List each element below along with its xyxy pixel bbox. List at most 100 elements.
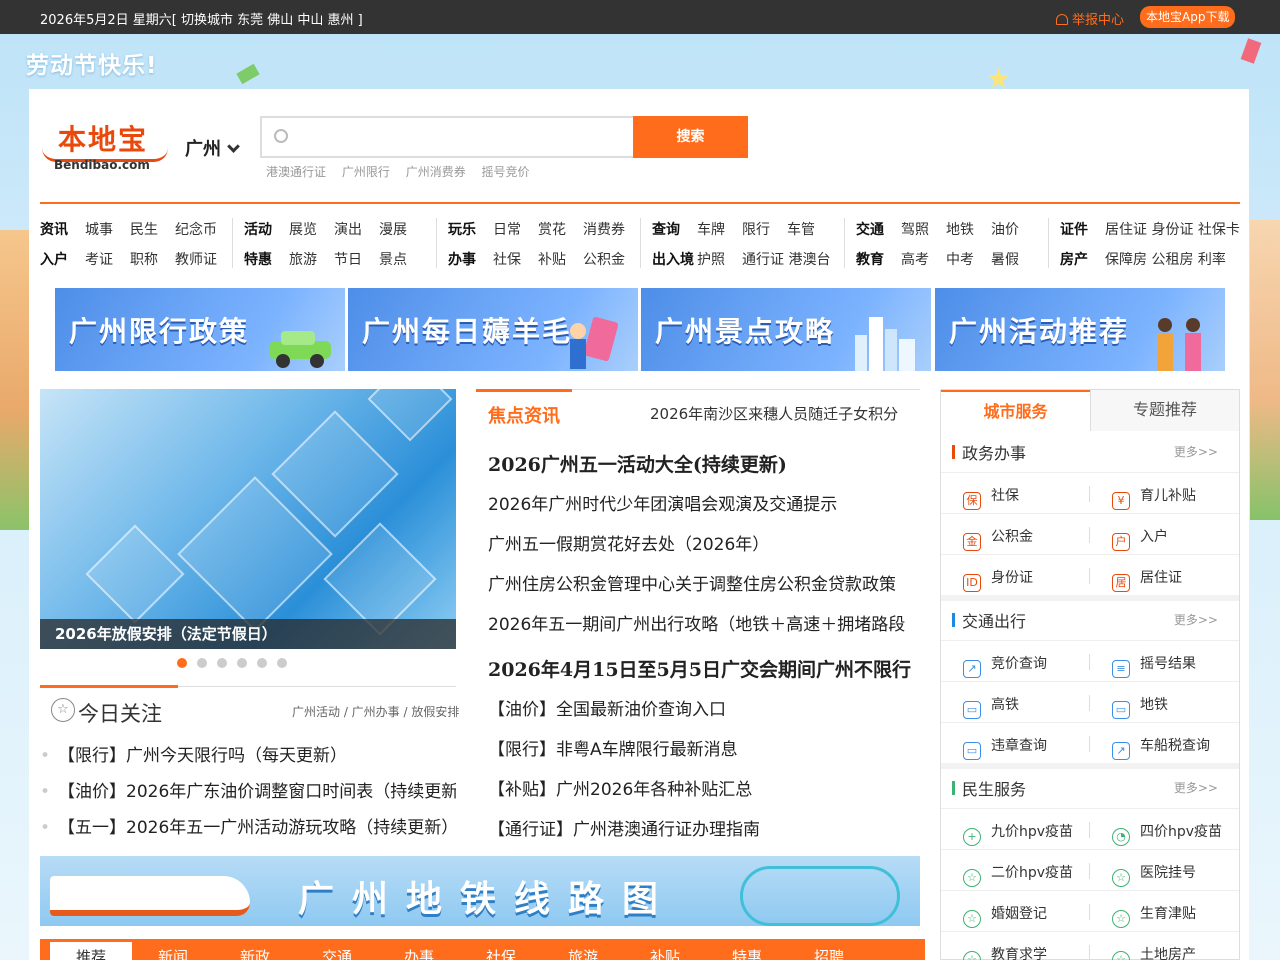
- nav-link[interactable]: 公积金: [583, 249, 625, 269]
- tab-city-services[interactable]: 城市服务: [941, 390, 1090, 432]
- focus-item[interactable]: 【油价】全国最新油价查询入口: [488, 695, 920, 720]
- nav-link[interactable]: 驾照: [901, 219, 929, 239]
- service-item[interactable]: ▭ 地铁: [1112, 694, 1168, 719]
- tab-subsidy[interactable]: 补贴: [624, 946, 706, 960]
- service-item[interactable]: ID 身份证: [963, 567, 1033, 592]
- tab-traffic[interactable]: 交通: [296, 946, 378, 960]
- focus-item[interactable]: 2026年广州时代少年团演唱会观演及交通提示: [488, 490, 920, 515]
- service-item[interactable]: 保社保: [963, 485, 1019, 510]
- slider-dot[interactable]: [197, 658, 207, 668]
- nav-link[interactable]: 考证: [85, 249, 113, 269]
- service-item[interactable]: 金公积金: [963, 526, 1033, 551]
- focus-item[interactable]: 【限行】非粤A车牌限行最新消息: [488, 735, 920, 760]
- service-item[interactable]: ▭ 违章查询: [963, 735, 1047, 760]
- nav-category[interactable]: 特惠: [244, 252, 272, 268]
- nav-link[interactable]: 中考: [946, 249, 974, 269]
- today-item[interactable]: 【油价】2026年广东油价调整窗口时间表（持续更新）: [40, 777, 456, 802]
- nav-link[interactable]: 消费券: [583, 219, 625, 239]
- focus-item[interactable]: 【补贴】广州2026年各种补贴汇总: [488, 775, 920, 800]
- nav-link[interactable]: 车管: [787, 219, 815, 239]
- service-item[interactable]: ☆ 医院挂号: [1112, 862, 1196, 887]
- focus-headline[interactable]: 2026年4月15日至5月5日广交会期间广州不限行: [488, 655, 920, 682]
- nav-link[interactable]: 节日: [334, 249, 362, 269]
- service-item[interactable]: ≡ 摇号结果: [1112, 653, 1196, 678]
- more-link[interactable]: 更多>>: [1174, 443, 1218, 460]
- nav-link[interactable]: 保障房 公租房 利率: [1105, 249, 1226, 269]
- focus-headline[interactable]: 2026广州五一活动大全(持续更新): [488, 450, 920, 477]
- nav-link[interactable]: 演出: [334, 219, 362, 239]
- nav-link[interactable]: 漫展: [379, 219, 407, 239]
- service-item[interactable]: 户入户: [1112, 526, 1168, 551]
- slider-dot[interactable]: [237, 658, 247, 668]
- nav-link[interactable]: 补贴: [538, 249, 566, 269]
- service-item[interactable]: ◔ 四价hpv疫苗: [1112, 821, 1222, 846]
- service-item[interactable]: ☆ 生育津贴: [1112, 903, 1196, 928]
- nav-link[interactable]: 油价: [991, 219, 1019, 239]
- nav-link[interactable]: 旅游: [289, 249, 317, 269]
- service-item[interactable]: ¥ 育儿补贴: [1112, 485, 1196, 510]
- nav-category[interactable]: 资讯: [40, 222, 68, 238]
- nav-link[interactable]: 日常: [493, 219, 521, 239]
- focus-item[interactable]: 2026年五一期间广州出行攻略（地铁＋高速＋拥堵路段: [488, 610, 920, 635]
- nav-link[interactable]: 车牌: [697, 219, 725, 239]
- nav-category[interactable]: 活动: [244, 222, 272, 238]
- today-item[interactable]: 【五一】2026年五一广州活动游玩攻略（持续更新）: [40, 813, 456, 838]
- service-item[interactable]: 居居住证: [1112, 567, 1182, 592]
- service-item[interactable]: ☆ 土地房产: [1112, 944, 1196, 960]
- hot-search-link[interactable]: 广州限行: [342, 165, 390, 179]
- tab-deals[interactable]: 特惠: [706, 946, 788, 960]
- hot-search-link[interactable]: 广州消费券: [406, 165, 466, 179]
- tab-social-security[interactable]: 社保: [460, 946, 542, 960]
- nav-category[interactable]: 房产: [1060, 252, 1088, 268]
- slider-dot[interactable]: [177, 658, 187, 668]
- banner-restriction[interactable]: 广州限行政策: [55, 288, 345, 371]
- nav-link[interactable]: 教师证: [175, 249, 217, 269]
- slider-dot[interactable]: [277, 658, 287, 668]
- search-input[interactable]: [298, 124, 618, 150]
- site-logo[interactable]: 本地宝 Bendibao.com: [40, 118, 170, 178]
- tab-affairs[interactable]: 办事: [378, 946, 460, 960]
- service-item[interactable]: ↗ 竞价查询: [963, 653, 1047, 678]
- nav-link[interactable]: 通行证 港澳台: [742, 249, 830, 269]
- tab-jobs[interactable]: 招聘: [788, 946, 870, 960]
- banner-scenery[interactable]: 广州景点攻略: [641, 288, 931, 371]
- focus-item[interactable]: 广州住房公积金管理中心关于调整住房公积金贷款政策: [488, 570, 920, 595]
- nav-category[interactable]: 玩乐: [448, 222, 476, 238]
- nav-link[interactable]: 限行: [742, 219, 770, 239]
- report-center-link[interactable]: 举报中心: [1056, 9, 1124, 28]
- nav-category[interactable]: 查询: [652, 222, 680, 238]
- nav-category[interactable]: 出入境: [652, 252, 694, 268]
- banner-activities[interactable]: 广州活动推荐: [935, 288, 1225, 371]
- nav-link[interactable]: 地铁: [946, 219, 974, 239]
- service-item[interactable]: ☆ 婚姻登记: [963, 903, 1047, 928]
- slider-dot[interactable]: [217, 658, 227, 668]
- nav-link[interactable]: 景点: [379, 249, 407, 269]
- nav-link[interactable]: 暑假: [991, 249, 1019, 269]
- nav-link[interactable]: 护照: [697, 249, 725, 269]
- hot-search-link[interactable]: 摇号竞价: [482, 165, 530, 179]
- today-links[interactable]: 广州活动 / 广州办事 / 放假安排: [292, 703, 459, 720]
- tab-news[interactable]: 新闻: [132, 946, 214, 960]
- today-item[interactable]: 【限行】广州今天限行吗（每天更新）: [40, 741, 456, 766]
- nav-link[interactable]: 纪念币: [175, 219, 217, 239]
- service-item[interactable]: ▭ 高铁: [963, 694, 1019, 719]
- tab-policy[interactable]: 新政: [214, 946, 296, 960]
- focus-item[interactable]: 广州五一假期赏花好去处（2026年）: [488, 530, 920, 555]
- slider-dot[interactable]: [257, 658, 267, 668]
- tab-topics[interactable]: 专题推荐: [1090, 390, 1239, 431]
- city-selector[interactable]: 广州: [185, 135, 240, 161]
- nav-link[interactable]: 民生: [130, 219, 158, 239]
- nav-category[interactable]: 教育: [856, 252, 884, 268]
- nav-link[interactable]: 居住证 身份证 社保卡: [1105, 219, 1240, 239]
- nav-category[interactable]: 交通: [856, 222, 884, 238]
- focus-scroll-news[interactable]: 2026年南沙区来穗人员随迁子女积分: [650, 403, 898, 424]
- nav-category[interactable]: 办事: [448, 252, 476, 268]
- nav-link[interactable]: 职称: [130, 249, 158, 269]
- app-download-button[interactable]: 本地宝App下载: [1140, 6, 1236, 28]
- metro-map-banner[interactable]: 广州地铁线路图: [40, 856, 920, 926]
- nav-link[interactable]: 展览: [289, 219, 317, 239]
- date-city-switch[interactable]: 2026年5月2日 星期六[ 切换城市 东莞 佛山 中山 惠州 ]: [40, 9, 363, 28]
- nav-link[interactable]: 赏花: [538, 219, 566, 239]
- search-button[interactable]: 搜索: [633, 116, 748, 158]
- service-item[interactable]: ☆ 教育求学: [963, 944, 1047, 960]
